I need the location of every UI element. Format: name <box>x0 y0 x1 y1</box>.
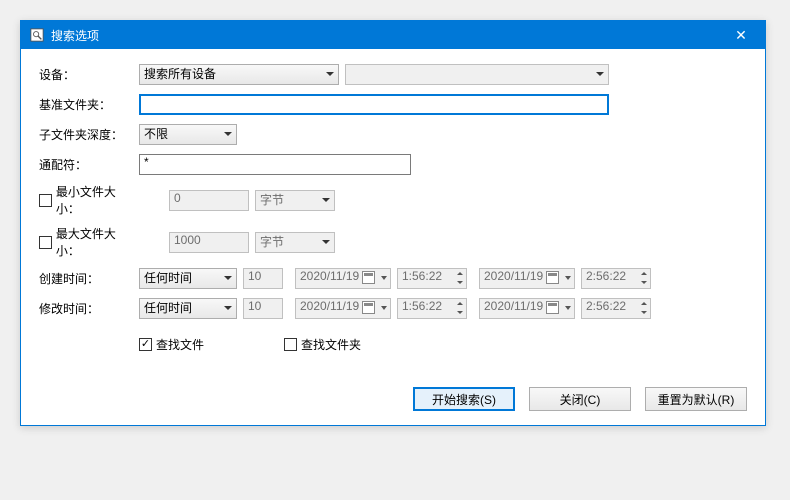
find-folders-label: 查找文件夹 <box>301 336 361 353</box>
checkbox-box <box>139 338 152 351</box>
base-folder-label: 基准文件夹： <box>39 96 139 113</box>
button-bar: 开始搜索(S) 关闭(C) 重置为默认(R) <box>21 377 765 425</box>
create-time-mode-select[interactable]: 任何时间 <box>139 268 237 289</box>
spinner-icon <box>637 269 650 288</box>
wildcard-input[interactable]: * <box>139 154 411 175</box>
modify-time-label: 修改时间： <box>39 300 139 317</box>
start-search-button[interactable]: 开始搜索(S) <box>413 387 515 411</box>
window-title: 搜索选项 <box>51 27 725 44</box>
app-icon <box>29 27 45 43</box>
chevron-down-icon <box>377 269 390 288</box>
min-size-row: 最小文件大小： <box>39 183 139 217</box>
device-label: 设备： <box>39 66 139 83</box>
chevron-down-icon <box>377 299 390 318</box>
create-time-n-input: 10 <box>243 268 283 289</box>
spinner-icon <box>453 299 466 318</box>
calendar-icon <box>546 271 559 284</box>
calendar-icon <box>546 301 559 314</box>
search-options-dialog: 搜索选项 ✕ 设备： 搜索所有设备 基准文件夹： 子文件夹深度： 不限 通配符：… <box>20 20 766 426</box>
min-size-input: 0 <box>169 190 249 211</box>
checkbox-box <box>39 236 52 249</box>
find-folders-checkbox[interactable]: 查找文件夹 <box>284 336 361 353</box>
max-size-label: 最大文件大小： <box>56 225 139 259</box>
find-files-label: 查找文件 <box>156 336 204 353</box>
titlebar[interactable]: 搜索选项 ✕ <box>21 21 765 49</box>
max-size-row: 最大文件大小： <box>39 225 139 259</box>
device-secondary-select <box>345 64 609 85</box>
base-folder-input[interactable] <box>139 94 609 115</box>
min-size-checkbox[interactable]: 最小文件大小： <box>39 183 139 217</box>
chevron-down-icon <box>561 269 574 288</box>
modify-time-mode-select[interactable]: 任何时间 <box>139 298 237 319</box>
spinner-icon <box>637 299 650 318</box>
spinner-icon <box>453 269 466 288</box>
modify-time-n-input: 10 <box>243 298 283 319</box>
min-size-unit-select: 字节 <box>255 190 335 211</box>
dialog-content: 设备： 搜索所有设备 基准文件夹： 子文件夹深度： 不限 通配符： * 最小文件… <box>21 49 765 377</box>
close-button[interactable]: 关闭(C) <box>529 387 631 411</box>
checkbox-box <box>39 194 52 207</box>
max-size-checkbox[interactable]: 最大文件大小： <box>39 225 139 259</box>
max-size-unit-select: 字节 <box>255 232 335 253</box>
find-files-checkbox[interactable]: 查找文件 <box>139 336 204 353</box>
close-icon[interactable]: ✕ <box>725 27 757 44</box>
chevron-down-icon <box>561 299 574 318</box>
max-size-input: 1000 <box>169 232 249 253</box>
min-size-label: 最小文件大小： <box>56 183 139 217</box>
device-select[interactable]: 搜索所有设备 <box>139 64 339 85</box>
create-time-label: 创建时间： <box>39 270 139 287</box>
calendar-icon <box>362 271 375 284</box>
subfolder-depth-select[interactable]: 不限 <box>139 124 237 145</box>
checkbox-box <box>284 338 297 351</box>
reset-default-button[interactable]: 重置为默认(R) <box>645 387 747 411</box>
subfolder-depth-label: 子文件夹深度： <box>39 126 139 143</box>
wildcard-label: 通配符： <box>39 156 139 173</box>
calendar-icon <box>362 301 375 314</box>
